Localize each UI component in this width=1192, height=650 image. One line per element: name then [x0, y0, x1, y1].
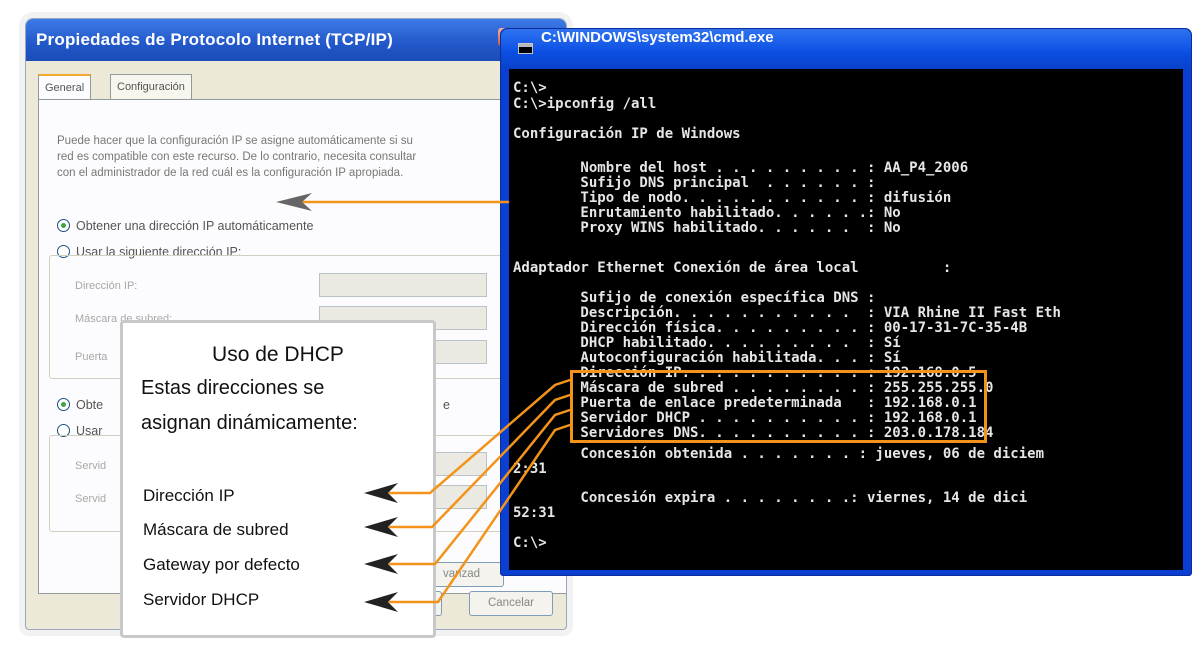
- arrow-line-dhcp-server: [388, 423, 572, 604]
- connector-arrows: [276, 193, 572, 612]
